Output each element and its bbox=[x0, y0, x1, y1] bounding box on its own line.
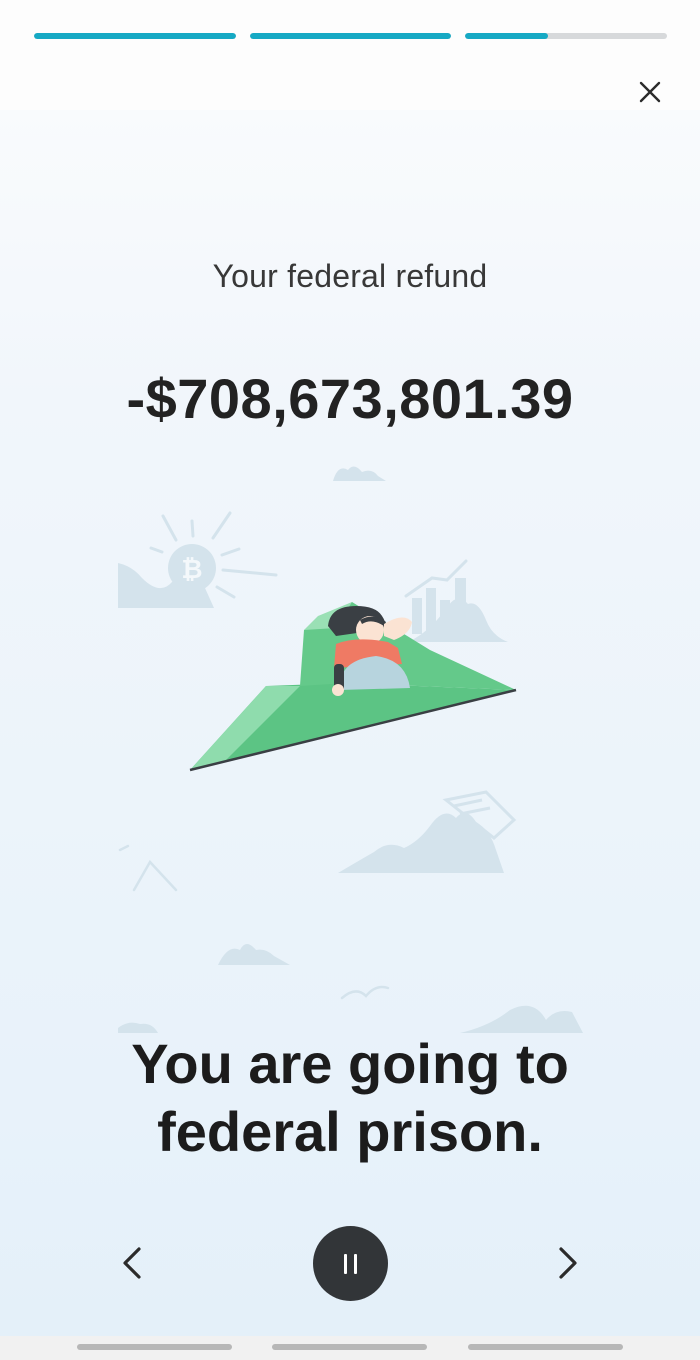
indicator-pill bbox=[272, 1344, 427, 1350]
bottom-indicator-bar bbox=[0, 1336, 700, 1360]
progress-segment bbox=[249, 33, 452, 39]
next-button[interactable] bbox=[544, 1239, 592, 1287]
money-hills-decoration bbox=[338, 812, 504, 873]
progress-fill bbox=[465, 33, 549, 39]
status-message: You are going to federal prison. bbox=[131, 1032, 569, 1163]
chevron-right-icon bbox=[559, 1247, 577, 1279]
svg-text:₿: ₿ bbox=[181, 554, 202, 584]
chart-decoration bbox=[404, 559, 508, 642]
story-header bbox=[0, 0, 700, 110]
pause-button[interactable] bbox=[313, 1226, 388, 1301]
playback-controls bbox=[0, 1225, 700, 1305]
progress-fill bbox=[249, 33, 452, 39]
refund-label: Your federal refund bbox=[212, 258, 488, 294]
progress-segment bbox=[34, 33, 236, 39]
close-icon bbox=[639, 81, 661, 103]
indicator-pill bbox=[468, 1344, 623, 1350]
progress-segment bbox=[465, 33, 668, 39]
paper-plane-illustration: ₿ bbox=[118, 466, 583, 1033]
indicator-pill bbox=[77, 1344, 232, 1350]
cloud-decoration bbox=[333, 466, 386, 481]
story-progress bbox=[34, 33, 668, 39]
progress-fill bbox=[34, 33, 236, 39]
cloud-decoration bbox=[218, 944, 290, 965]
chevron-left-icon bbox=[123, 1247, 141, 1279]
pause-icon bbox=[343, 1253, 357, 1274]
hills-decoration bbox=[460, 1005, 583, 1033]
refund-amount: -$708,673,801.39 bbox=[126, 367, 574, 430]
close-button[interactable] bbox=[628, 70, 672, 114]
previous-button[interactable] bbox=[108, 1239, 156, 1287]
